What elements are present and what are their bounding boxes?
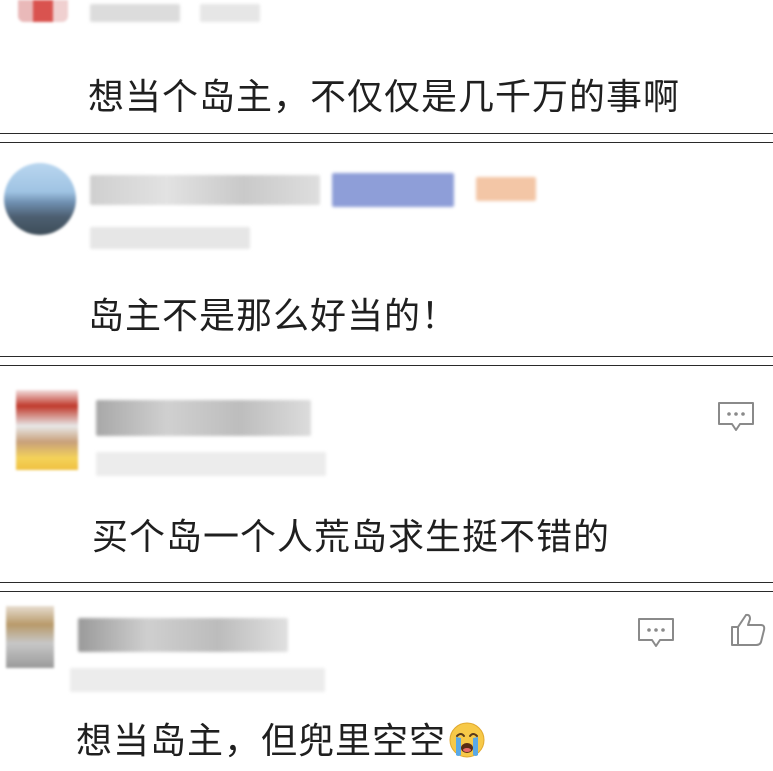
comment-separator (0, 356, 773, 366)
comment-text: 岛主不是那么好当的！ (88, 296, 459, 337)
avatar[interactable] (4, 163, 76, 235)
comment-text-content: 想当岛主，但兜里空空 (76, 721, 447, 762)
username-blurred[interactable] (78, 618, 288, 652)
avatar[interactable] (6, 606, 54, 668)
comment-item: 想当岛主，但兜里空空 (0, 592, 773, 771)
avatar[interactable] (18, 0, 68, 22)
level-badge-blurred (476, 177, 536, 201)
comment-separator (0, 133, 773, 143)
badge-blurred (332, 173, 454, 207)
comment-separator (0, 582, 773, 592)
comment-item: 岛主不是那么好当的！ (0, 143, 773, 356)
loudly-crying-face-emoji (448, 721, 486, 759)
meta-blurred (200, 4, 260, 22)
username-blurred[interactable] (96, 400, 311, 436)
comment-text: 想当岛主，但兜里空空 (76, 720, 486, 764)
meta-blurred (96, 452, 326, 476)
username-blurred[interactable] (90, 175, 320, 205)
comment-icon[interactable] (716, 400, 756, 434)
meta-blurred (70, 668, 325, 692)
thumbs-up-icon[interactable] (728, 612, 768, 646)
comment-text: 买个岛一个人荒岛求生挺不错的 (92, 517, 611, 558)
username-blurred[interactable] (90, 4, 180, 22)
comment-item: 想当个岛主，不仅仅是几千万的事啊 (0, 0, 773, 133)
comment-text: 想当个岛主，不仅仅是几千万的事啊 (88, 77, 681, 118)
comment-item: 买个岛一个人荒岛求生挺不错的 (0, 366, 773, 582)
comment-icon[interactable] (636, 616, 676, 650)
avatar[interactable] (16, 390, 78, 470)
meta-blurred (90, 227, 250, 249)
